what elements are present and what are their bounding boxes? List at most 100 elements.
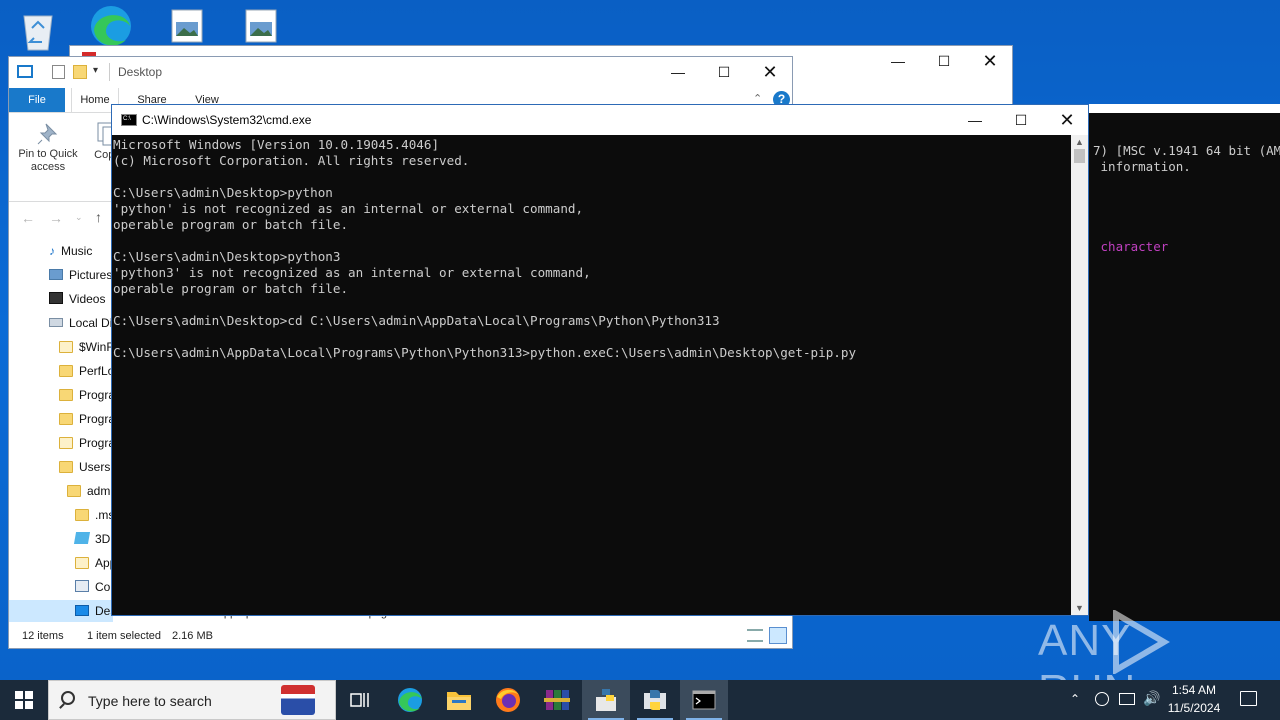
tree-item[interactable]: 3D [73,528,110,550]
tree-item[interactable]: Cor [75,576,113,598]
pictures-icon [49,269,63,280]
tree-item[interactable]: Videos [49,288,105,310]
drive-icon [49,318,63,327]
clock-time[interactable]: 1:54 AM [1164,683,1224,697]
close-button[interactable]: ✕ [747,57,793,87]
cmd-window[interactable]: C:\ C:\Windows\System32\cmd.exe — ☐ ✕ Mi… [111,104,1089,616]
tree-item[interactable]: Progra [59,432,113,454]
edge-taskbar-button[interactable] [386,680,434,720]
python-taskbar-button[interactable] [631,680,679,720]
tree-item[interactable]: ♪ Music [49,240,92,262]
navigation-pane[interactable]: ♪ Music Pictures Videos Local Di $WinR Pe… [9,237,113,622]
console-line: C:\Users\admin\Desktop>python [113,185,333,200]
properties-icon[interactable] [52,65,65,79]
firefox-taskbar-button[interactable] [484,680,532,720]
python-installer-taskbar-button[interactable] [582,680,630,720]
tree-item-label: Music [61,244,93,258]
winrar-taskbar-button[interactable] [533,680,581,720]
quick-access-dropdown-icon[interactable]: ▾ [93,65,98,76]
minimize-button[interactable]: — [655,57,701,87]
cmd-taskbar-button[interactable] [680,680,728,720]
console-line: operable program or batch file. [113,217,349,232]
meet-now-icon[interactable] [1095,692,1109,706]
python-console[interactable]: 7) [MSC v.1941 64 bit (AM information. c… [1089,113,1280,621]
folder-icon [59,413,73,425]
tree-item[interactable]: Progra [59,384,113,406]
3d-objects-icon [73,532,91,544]
vertical-scrollbar[interactable]: ▲ ▼ [1071,135,1088,615]
tree-item[interactable]: $WinR [59,336,113,358]
selection-count: 1 item selected [87,630,161,642]
search-box[interactable]: Type here to search [48,680,336,720]
cmd-titlebar[interactable]: C:\ C:\Windows\System32\cmd.exe — ☐ ✕ [112,105,1088,135]
recent-dropdown-icon[interactable]: ⌄ [75,212,83,223]
window-title: C:\Windows\System32\cmd.exe [142,113,312,127]
explorer-titlebar[interactable]: ▾ Desktop — ☐ ✕ [9,57,792,88]
back-arrow-icon[interactable]: ← [21,210,35,226]
python-icon [644,690,666,710]
console-line: 7) [MSC v.1941 64 bit (AM [1093,143,1280,158]
folder-icon [75,557,89,569]
console-line: information. [1093,159,1191,174]
folder-icon [67,485,81,497]
start-button[interactable] [0,680,48,720]
pin-to-quick-access-button[interactable]: Pin to Quick access [13,119,83,183]
maximize-button[interactable]: ☐ [701,57,747,87]
contacts-icon [75,580,89,592]
volume-icon[interactable]: 🔊 [1143,690,1160,707]
play-logo-icon [1113,610,1170,674]
search-icon-handle [59,703,65,709]
tree-item-label: Local Di [69,316,113,330]
minimize-button[interactable]: — [952,105,998,135]
tree-item[interactable]: Users [59,456,110,478]
recycle-bin-icon[interactable] [14,8,62,52]
python-installer-icon [596,689,616,711]
tree-item[interactable]: .ms [75,504,113,526]
search-placeholder: Type here to search [88,693,212,709]
tree-item[interactable]: Progra [59,408,113,430]
folder-icon [447,692,471,710]
new-folder-icon[interactable] [73,65,87,79]
window-strip [1089,104,1280,113]
maximize-button[interactable]: ☐ [998,105,1044,135]
console-output[interactable]: Microsoft Windows [Version 10.0.19045.40… [112,135,1071,615]
forward-arrow-icon[interactable]: → [49,210,63,226]
close-button[interactable]: ✕ [1044,105,1090,135]
show-hidden-icons-button[interactable]: ⌃ [1070,692,1080,706]
explorer-app-icon [17,65,33,78]
network-icon[interactable] [1119,693,1135,705]
cmd-app-icon: C:\ [121,114,137,126]
console-line: Microsoft Windows [Version 10.0.19045.40… [113,137,440,152]
clock-date[interactable]: 11/5/2024 [1164,701,1224,715]
tree-item-label: Progra [79,412,113,426]
pin-icon [37,123,58,145]
large-icons-view-icon[interactable] [769,627,787,644]
tree-item-label: Progra [79,436,113,450]
maximize-button[interactable]: ☐ [922,46,966,76]
music-icon: ♪ [49,244,55,258]
minimize-button[interactable]: — [876,46,920,76]
tree-item[interactable]: Pictures [49,264,112,286]
tree-item[interactable]: Local Di [49,312,112,334]
notifications-icon[interactable] [1240,691,1257,706]
scroll-thumb[interactable] [1074,149,1085,163]
task-view-button[interactable] [336,680,384,720]
close-button[interactable]: ✕ [968,46,1012,76]
tree-item[interactable]: PerfLo [59,360,113,382]
scroll-up-icon[interactable]: ▲ [1071,135,1088,149]
folder-icon [59,389,73,401]
tree-item[interactable]: admi [67,480,113,502]
details-view-icon[interactable] [747,629,763,642]
tab-file[interactable]: File [9,88,65,112]
tree-item[interactable]: App [75,552,113,574]
tree-item-selected[interactable]: Des [9,600,113,622]
address-bar: ← → ⌄ ↑ [9,205,113,233]
file-explorer-taskbar-button[interactable] [435,680,483,720]
up-arrow-icon[interactable]: ↑ [95,209,102,225]
folder-icon [59,341,73,353]
edge-desktop-icon[interactable] [86,4,134,48]
scroll-down-icon[interactable]: ▼ [1071,601,1088,615]
